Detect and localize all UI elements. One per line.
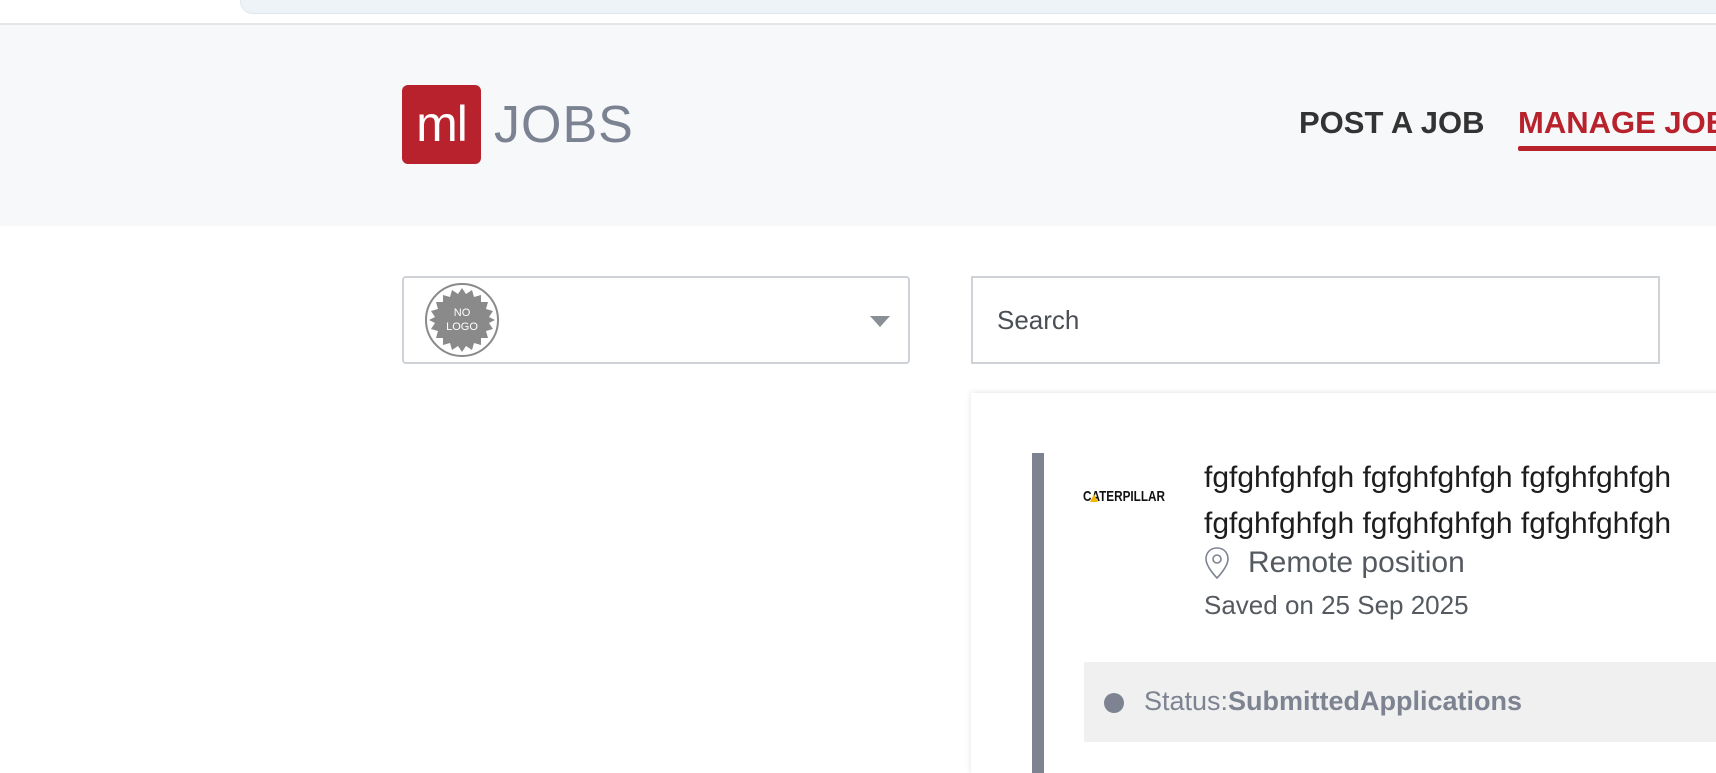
search-input[interactable] bbox=[971, 276, 1660, 364]
no-logo-line1: NO bbox=[454, 307, 471, 319]
status-row: Status:SubmittedApplications bbox=[1084, 662, 1716, 742]
job-location: Remote position bbox=[1248, 546, 1465, 579]
company-logo-text: CATERPILLAR bbox=[1083, 488, 1165, 505]
chevron-down-icon[interactable] bbox=[870, 316, 890, 327]
no-logo-badge-icon: NO LOGO bbox=[425, 283, 499, 357]
location-pin-icon bbox=[1205, 547, 1229, 580]
nav-active-underline bbox=[1518, 146, 1716, 151]
card-status-bar bbox=[1032, 453, 1044, 773]
nav-manage-jobs[interactable]: MANAGE JOBS bbox=[1518, 105, 1716, 141]
status-dot-icon bbox=[1104, 693, 1124, 713]
no-logo-line2: LOGO bbox=[446, 321, 478, 333]
address-bar[interactable] bbox=[240, 0, 1716, 14]
logo-text[interactable]: JOBS bbox=[494, 95, 634, 155]
status-value: SubmittedApplications bbox=[1228, 686, 1523, 716]
browser-top-strip bbox=[0, 0, 1716, 25]
job-title-line1: fgfghfghfgh fgfghfghfgh fgfghfghfgh bbox=[1204, 461, 1672, 494]
company-select[interactable]: NO LOGO bbox=[402, 276, 910, 364]
status-label: Status: bbox=[1144, 686, 1229, 716]
job-title[interactable]: fgfghfghfgh fgfghfghfgh fgfghfghfgh fgfg… bbox=[1204, 455, 1716, 547]
status-text: Status:SubmittedApplications bbox=[1144, 686, 1522, 717]
job-title-line2: fgfghfghfgh fgfghfghfgh fgfghfghfgh bbox=[1204, 507, 1672, 540]
caterpillar-logo: CATERPILLAR bbox=[1083, 488, 1165, 505]
logo-mark[interactable]: ml bbox=[402, 85, 481, 164]
job-card[interactable]: CATERPILLAR fgfghfghfgh fgfghfghfgh fgfg… bbox=[971, 393, 1716, 773]
site-header: ml JOBS POST A JOB MANAGE JOBS bbox=[0, 25, 1716, 226]
saved-date: Saved on 25 Sep 2025 bbox=[1204, 590, 1469, 620]
nav-post-a-job[interactable]: POST A JOB bbox=[1299, 105, 1484, 141]
